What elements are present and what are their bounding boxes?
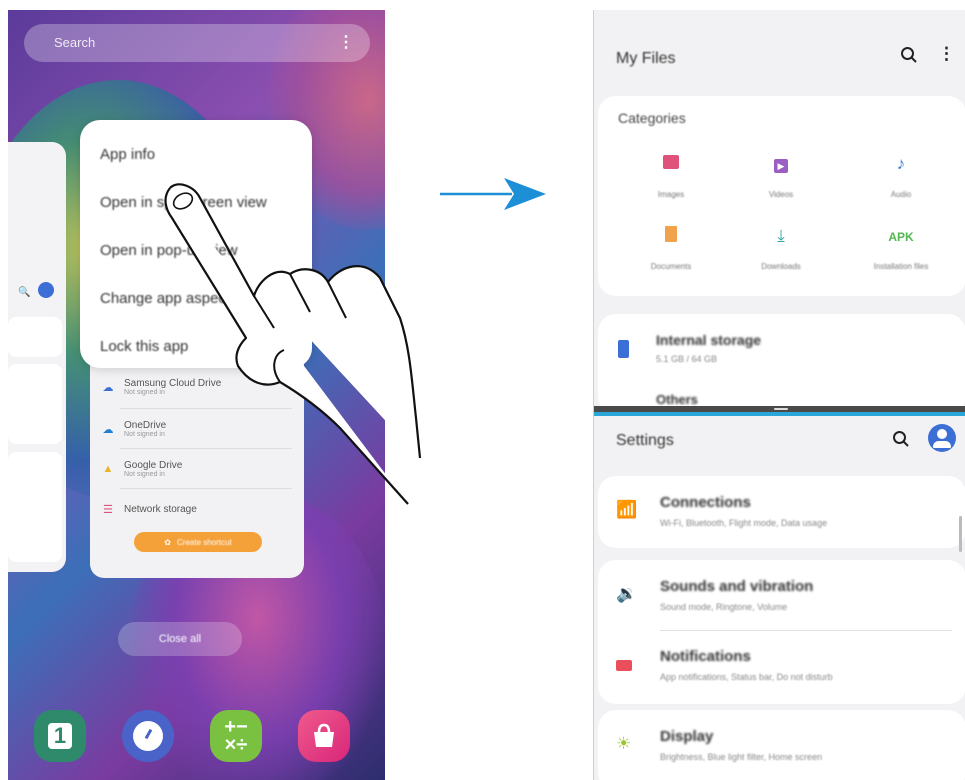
settings-card-connections[interactable]: 📶 Connections Wi-Fi, Bluetooth, Flight m… — [598, 476, 965, 548]
settings-card-display[interactable]: ☀ Display Brightness, Blue light filter,… — [598, 710, 965, 780]
search-icon: 🔍 — [18, 287, 31, 298]
phone-storage-icon — [618, 340, 629, 358]
settings-row[interactable]: 🔉 Sounds and vibration Sound mode, Ringt… — [598, 560, 965, 630]
app-card-settings[interactable]: 🔍 — [8, 142, 66, 572]
divider — [660, 630, 952, 631]
category-documents[interactable]: Documents — [626, 226, 716, 271]
calculator-icon[interactable]: +− ×÷ — [210, 710, 262, 762]
categories-card: Categories Images ▶ Videos ♪ Audio Docum… — [598, 96, 965, 296]
split-screen-view: My Files ⋮ Categories Images ▶ Videos ♪ … — [593, 10, 965, 780]
my-files-title: My Files — [616, 50, 676, 67]
search-icon[interactable] — [892, 430, 910, 453]
calendar-icon[interactable]: 1 — [34, 710, 86, 762]
create-shortcut-button[interactable]: ✿ Create shortcut — [134, 532, 262, 552]
menu-item-app-info[interactable]: App info — [100, 146, 155, 163]
settings-title: Settings — [616, 432, 674, 449]
document-icon — [626, 226, 716, 248]
galaxy-store-icon[interactable] — [298, 710, 350, 762]
category-downloads[interactable]: ⤓ Downloads — [736, 226, 826, 271]
storage-card[interactable]: Internal storage 5.1 GB / 64 GB Others — [598, 314, 965, 414]
category-installation-files[interactable]: APK Installation files — [856, 226, 946, 271]
volume-icon: 🔉 — [616, 584, 638, 603]
search-icon[interactable] — [900, 46, 918, 69]
display-icon: ☀ — [616, 734, 632, 753]
more-options-icon[interactable]: ⋮ — [938, 44, 955, 64]
onedrive-icon: ☁ — [102, 423, 114, 436]
apk-icon: APK — [888, 230, 914, 244]
search-placeholder: Search — [54, 35, 96, 50]
more-options-icon[interactable]: ⋮ — [338, 32, 354, 52]
google-drive-icon: ▲ — [102, 463, 114, 475]
pointing-hand-illustration — [164, 183, 422, 505]
notification-icon — [616, 656, 632, 676]
divider-handle[interactable] — [774, 408, 788, 410]
arrow-right-icon — [440, 178, 546, 210]
internal-storage-sub: 5.1 GB / 64 GB — [656, 354, 718, 364]
category-audio[interactable]: ♪ Audio — [856, 154, 946, 199]
wifi-icon: 📶 — [616, 500, 638, 519]
network-storage-icon: ☰ — [103, 503, 113, 516]
download-icon: ⤓ — [777, 226, 785, 245]
category-videos[interactable]: ▶ Videos — [736, 154, 826, 199]
shortcut-icon: ✿ — [164, 537, 171, 547]
category-images[interactable]: Images — [626, 154, 716, 199]
categories-title: Categories — [618, 110, 686, 126]
close-all-button[interactable]: Close all — [118, 622, 242, 656]
others-label: Others — [656, 392, 698, 407]
settings-row[interactable]: 📶 Connections Wi-Fi, Bluetooth, Flight m… — [598, 476, 965, 548]
settings-row[interactable]: ☀ Display Brightness, Blue light filter,… — [598, 710, 965, 780]
scrollbar[interactable] — [959, 516, 962, 552]
account-icon — [38, 282, 54, 298]
clock-icon[interactable] — [122, 710, 174, 762]
video-icon: ▶ — [736, 154, 826, 176]
account-icon[interactable] — [928, 424, 956, 452]
image-icon — [626, 154, 716, 176]
audio-icon: ♪ — [896, 154, 906, 173]
internal-storage-label: Internal storage — [656, 332, 762, 348]
recent-apps-search-bar[interactable]: Search ⋮ — [24, 24, 370, 62]
settings-row[interactable]: Notifications App notifications, Status … — [598, 632, 965, 702]
cloud-icon: ☁ — [102, 381, 114, 394]
settings-card-sounds-notifications: 🔉 Sounds and vibration Sound mode, Ringt… — [598, 560, 965, 704]
